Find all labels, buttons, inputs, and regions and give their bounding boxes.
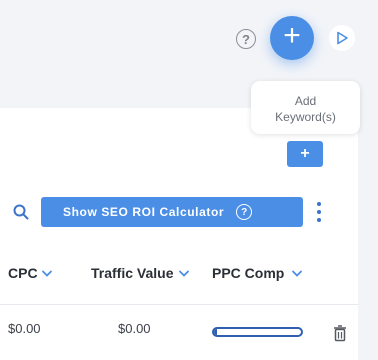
chevron-down-icon bbox=[179, 270, 190, 277]
small-add-button[interactable]: + bbox=[287, 141, 323, 167]
tooltip-line-1: Add bbox=[294, 94, 317, 108]
add-keyword-tooltip: Add Keyword(s) bbox=[251, 81, 360, 134]
ppc-comp-fill bbox=[214, 329, 217, 335]
column-header-ppc-comp[interactable]: PPC Comp bbox=[212, 265, 303, 281]
play-icon bbox=[337, 31, 348, 45]
add-keyword-button[interactable]: + bbox=[270, 16, 314, 60]
column-header-cpc[interactable]: CPC bbox=[8, 265, 52, 281]
column-header-label: Traffic Value bbox=[91, 265, 174, 281]
more-vertical-icon[interactable] bbox=[313, 202, 325, 222]
column-header-label: PPC Comp bbox=[212, 265, 285, 281]
column-header-traffic-value[interactable]: Traffic Value bbox=[91, 265, 190, 281]
play-button[interactable] bbox=[329, 25, 355, 51]
row-divider bbox=[0, 304, 358, 305]
column-header-label: CPC bbox=[8, 265, 38, 281]
chevron-down-icon bbox=[41, 270, 52, 277]
tooltip-line-2: Keyword(s) bbox=[275, 110, 336, 124]
search-icon[interactable] bbox=[12, 203, 30, 221]
help-icon[interactable]: ? bbox=[236, 29, 256, 49]
seo-button-label: Show SEO ROI Calculator bbox=[63, 205, 225, 219]
show-seo-roi-calculator-button[interactable]: Show SEO ROI Calculator ? bbox=[41, 197, 303, 227]
keywords-card: + Show SEO ROI Calculator ? CPC Traffic … bbox=[0, 108, 358, 360]
cell-traffic-value: $0.00 bbox=[118, 321, 151, 336]
help-icon[interactable]: ? bbox=[236, 204, 253, 220]
trash-icon[interactable] bbox=[333, 325, 347, 342]
ppc-comp-bar bbox=[212, 327, 303, 337]
chevron-down-icon bbox=[292, 270, 303, 277]
cell-cpc: $0.00 bbox=[8, 321, 41, 336]
